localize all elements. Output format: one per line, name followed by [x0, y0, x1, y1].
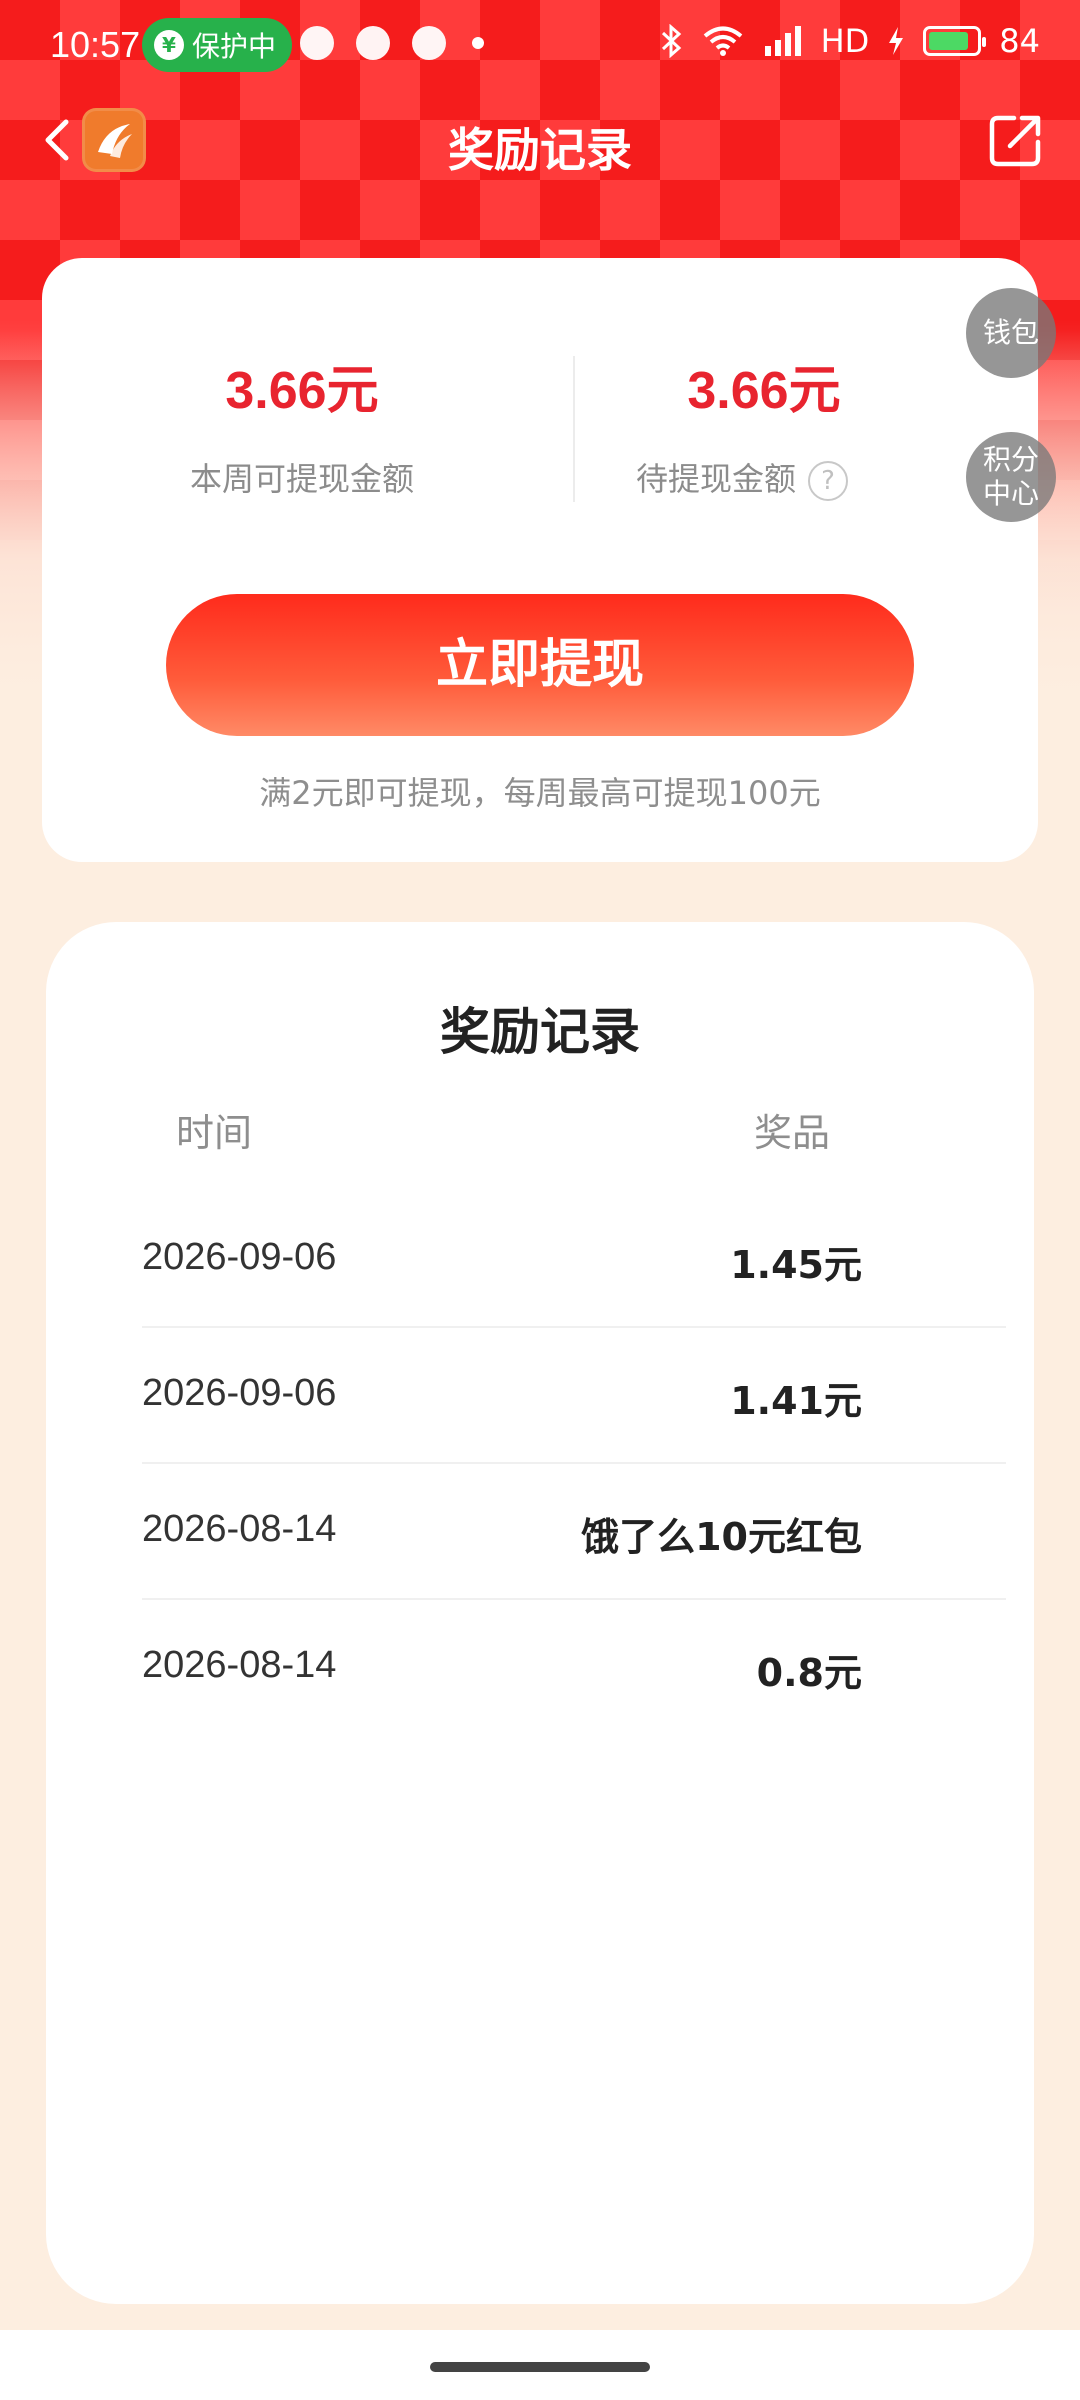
withdraw-now-button[interactable]: 立即提现 [166, 594, 914, 736]
record-prize: 0.8元 [756, 1651, 862, 1695]
week-withdrawable-label: 本周可提现金额 [189, 460, 414, 498]
protect-badge: ¥ 保护中 [142, 18, 293, 72]
status-right: HD 84 [659, 22, 1040, 60]
weibo-icon [356, 26, 390, 60]
signal-5g-icon [764, 26, 801, 56]
table-row: 2026-08-14 0.8元 [142, 1600, 1006, 1736]
record-prize: 饿了么10元红包 [581, 1515, 862, 1559]
share-icon[interactable] [984, 110, 1046, 172]
column-header-prize: 奖品 [754, 1111, 831, 1155]
records-list: 2026-09-06 1.45元 2026-09-06 1.41元 2026-0… [142, 1192, 1006, 1736]
wallet-button[interactable]: 钱包 [966, 288, 1056, 378]
points-center-line2: 中心 [982, 477, 1039, 510]
record-date: 2026-08-14 [142, 1508, 337, 1550]
points-center-line1: 积分 [982, 443, 1039, 476]
pending-label: 待提现金额 [635, 460, 796, 498]
battery-level: 84 [999, 22, 1040, 60]
battery-icon [923, 26, 987, 56]
pending-label-row: 待提现金额? [512, 454, 972, 501]
wifi-icon [703, 26, 742, 56]
chat-icon [412, 26, 446, 60]
shield-icon: ¥ [154, 30, 184, 60]
record-date: 2026-09-06 [142, 1236, 337, 1278]
points-center-label: 积分 中心 [983, 443, 1039, 511]
protect-label: 保护中 [192, 30, 277, 63]
message-icon [300, 26, 334, 60]
records-title: 奖励记录 [440, 1003, 640, 1061]
table-row: 2026-09-06 1.41元 [142, 1328, 1006, 1464]
status-bar: 10:57 ¥ 保护中 HD 84 [0, 0, 1080, 92]
withdraw-rule-note: 满2元即可提现，每周最高可提现100元 [259, 774, 821, 812]
column-header-time: 时间 [176, 1111, 253, 1155]
record-date: 2026-08-14 [142, 1644, 337, 1686]
status-time: 10:57 [50, 24, 141, 65]
week-withdrawable-amount: 3.66元 [225, 362, 379, 420]
points-center-button[interactable]: 积分 中心 [966, 432, 1056, 522]
pending-amount: 3.66元 [687, 362, 841, 420]
network-label: HD [820, 22, 870, 60]
home-indicator[interactable] [430, 2362, 650, 2372]
dot-icon [472, 37, 484, 49]
table-row: 2026-08-14 饿了么10元红包 [142, 1464, 1006, 1600]
record-prize: 1.41元 [730, 1379, 862, 1423]
charging-icon [889, 27, 904, 55]
withdraw-summary-card: 3.66元 本周可提现金额 3.66元 待提现金额? 立即提现 满2元即可提现，… [42, 258, 1038, 862]
help-icon[interactable]: ? [808, 461, 848, 501]
nav-bar: 奖励记录 [0, 92, 1080, 188]
record-prize: 1.45元 [730, 1243, 862, 1287]
record-date: 2026-09-06 [142, 1372, 337, 1414]
reward-records-card: 奖励记录 时间 奖品 2026-09-06 1.45元 2026-09-06 1… [46, 922, 1034, 2304]
page-title: 奖励记录 [448, 123, 632, 177]
notification-icons [300, 26, 484, 60]
wallet-label: 钱包 [982, 316, 1039, 349]
bluetooth-icon [661, 24, 681, 58]
table-row: 2026-09-06 1.45元 [142, 1192, 1006, 1328]
